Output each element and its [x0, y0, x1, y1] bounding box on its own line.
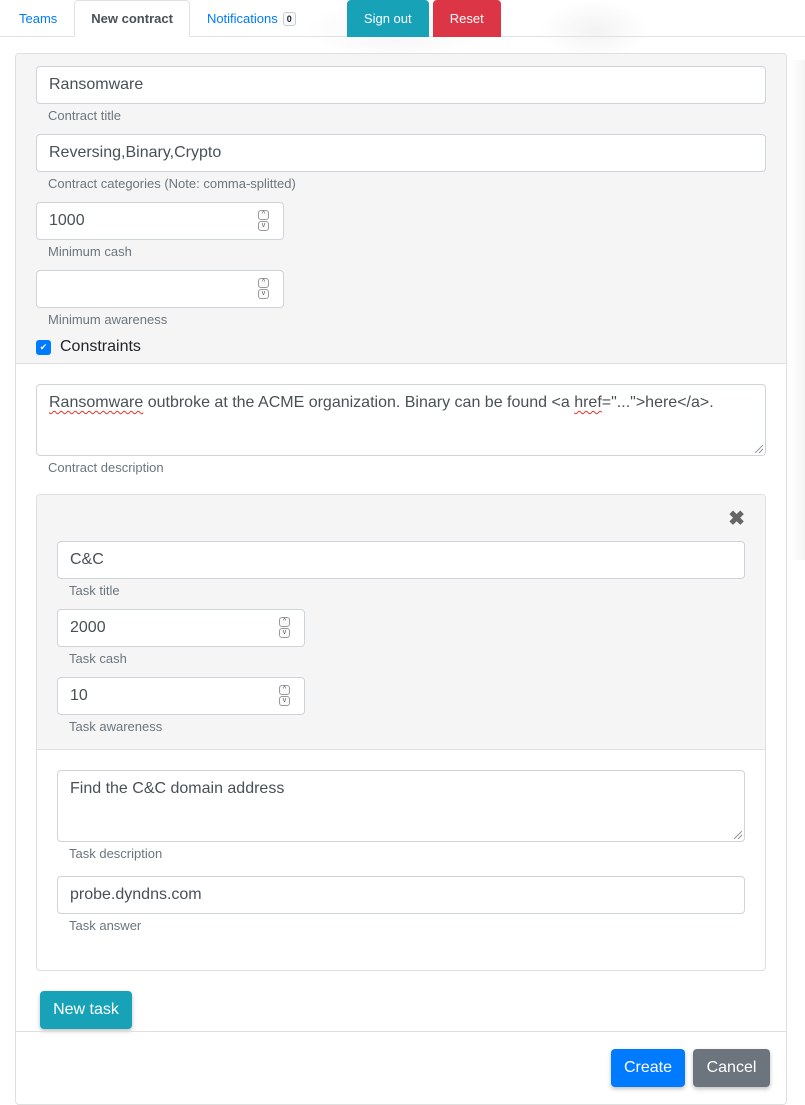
background-decoration — [790, 60, 805, 560]
tab-label: Teams — [19, 11, 58, 26]
task-description-help: Task description — [69, 846, 163, 861]
contract-title-input[interactable]: Ransomware — [36, 66, 766, 104]
spin-up-icon[interactable]: ^ — [279, 685, 290, 695]
constraints-label: Constraints — [60, 338, 141, 355]
contract-header-section: Ransomware Contract title Reversing,Bina… — [16, 54, 786, 364]
spin-down-icon[interactable]: v — [258, 289, 269, 299]
task-answer-help: Task answer — [69, 918, 142, 933]
resize-handle[interactable] — [755, 445, 763, 453]
task-title-input[interactable]: C&C — [57, 541, 745, 579]
spin-down-icon[interactable]: v — [279, 628, 290, 638]
number-spinner[interactable]: ^ v — [279, 685, 290, 707]
task-cash-value: 2000 — [70, 619, 106, 636]
reset-button[interactable]: Reset — [432, 0, 501, 37]
spin-down-icon[interactable]: v — [258, 221, 269, 231]
description-text: href — [574, 394, 602, 411]
minimum-cash-help: Minimum cash — [48, 244, 132, 259]
contract-categories-input[interactable]: Reversing,Binary,Crypto — [36, 134, 766, 172]
number-spinner[interactable]: ^ v — [279, 617, 290, 639]
sign-out-button[interactable]: Sign out — [346, 0, 429, 37]
task-card: ✖ C&C Task title 2000 ^ v Task cash 10 ^ — [36, 494, 766, 971]
tab-notifications[interactable]: Notifications 0 — [190, 0, 313, 37]
contract-description-help: Contract description — [48, 460, 164, 475]
minimum-cash-value: 1000 — [49, 212, 85, 229]
minimum-awareness-help: Minimum awareness — [48, 312, 168, 327]
contract-body-section: Ransomware outbroke at the ACME organiza… — [16, 364, 786, 1029]
task-header-section: ✖ C&C Task title 2000 ^ v Task cash 10 ^ — [37, 495, 765, 750]
close-icon[interactable]: ✖ — [728, 509, 745, 529]
check-icon: ✔ — [39, 341, 48, 352]
cancel-button[interactable]: Cancel — [693, 1049, 770, 1087]
task-body-section: Find the C&C domain address Task descrip… — [37, 750, 765, 970]
task-awareness-value: 10 — [70, 687, 88, 704]
minimum-awareness-input[interactable]: ^ v — [36, 270, 284, 308]
task-awareness-input[interactable]: 10 ^ v — [57, 677, 305, 715]
task-description-textarea[interactable]: Find the C&C domain address — [57, 770, 745, 842]
task-awareness-help: Task awareness — [69, 719, 163, 734]
minimum-cash-input[interactable]: 1000 ^ v — [36, 202, 284, 240]
tab-label: New contract — [91, 11, 173, 26]
description-text: outbroke at the ACME organization. Binar… — [143, 394, 575, 411]
task-description-text: Find the C&C domain address — [70, 780, 285, 797]
form-footer: Create Cancel — [16, 1031, 786, 1104]
create-button[interactable]: Create — [611, 1049, 685, 1087]
task-cash-help: Task cash — [69, 651, 127, 666]
tab-teams[interactable]: Teams — [2, 0, 74, 37]
new-contract-form: Ransomware Contract title Reversing,Bina… — [15, 53, 787, 1105]
number-spinner[interactable]: ^ v — [258, 210, 269, 232]
spin-up-icon[interactable]: ^ — [258, 210, 269, 220]
constraints-toggle[interactable]: ✔ Constraints — [36, 338, 766, 356]
nav-tabs: Teams New contract Notifications 0 Sign … — [0, 0, 805, 37]
tab-label: Notifications — [206, 11, 278, 26]
constraints-checkbox[interactable]: ✔ — [36, 339, 51, 355]
task-answer-input[interactable]: probe.dyndns.com — [57, 876, 745, 914]
number-spinner[interactable]: ^ v — [258, 278, 269, 300]
resize-handle[interactable] — [734, 831, 742, 839]
notifications-count-badge: 0 — [282, 11, 296, 26]
task-title-help: Task title — [69, 583, 120, 598]
description-text: Ransomware — [49, 394, 144, 411]
tab-new-contract[interactable]: New contract — [74, 0, 190, 37]
contract-title-help: Contract title — [48, 108, 121, 123]
spin-up-icon[interactable]: ^ — [258, 278, 269, 288]
contract-categories-help: Contract categories (Note: comma-splitte… — [48, 176, 296, 191]
contract-description-textarea[interactable]: Ransomware outbroke at the ACME organiza… — [36, 384, 766, 456]
task-cash-input[interactable]: 2000 ^ v — [57, 609, 305, 647]
spin-up-icon[interactable]: ^ — [279, 617, 290, 627]
spin-down-icon[interactable]: v — [279, 696, 290, 706]
description-text: ="...">here</a>. — [601, 394, 714, 411]
new-task-button[interactable]: New task — [40, 991, 132, 1029]
